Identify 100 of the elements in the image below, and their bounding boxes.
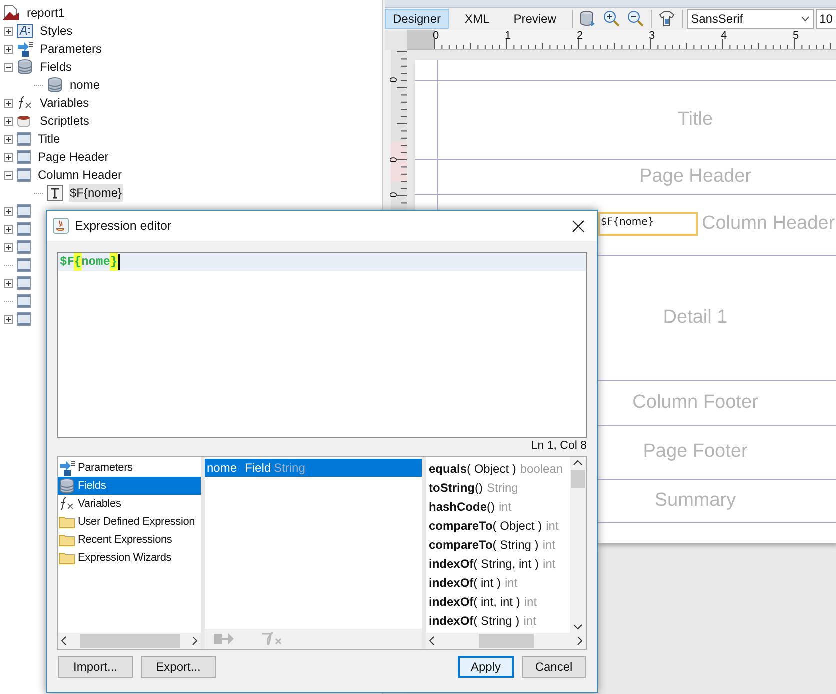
ruler-label: 2	[577, 31, 584, 42]
tree-item[interactable]: Title	[37, 130, 62, 148]
band-icon	[17, 132, 31, 146]
caret-icon	[800, 16, 810, 22]
java-cup-icon	[53, 218, 69, 234]
cup-icon	[17, 114, 33, 128]
band-label: Page Header	[640, 164, 752, 189]
band-icon	[17, 276, 31, 290]
scroll-thumb[interactable]	[571, 470, 585, 488]
shirt-icon[interactable]	[658, 10, 676, 28]
fx-icon	[17, 96, 33, 110]
vertical-scrollbar[interactable]	[570, 457, 586, 633]
method-item[interactable]: indexOf( String, int ) int	[426, 554, 570, 573]
band-icon	[17, 312, 31, 326]
text-field-icon	[47, 185, 63, 201]
ruler-label: 0	[386, 157, 397, 163]
object-item[interactable]: nome Field String	[205, 459, 422, 477]
tree-item[interactable]: Fields	[39, 58, 74, 76]
text-cursor	[118, 254, 120, 270]
band-icon	[17, 240, 31, 254]
band-label: Column Footer	[632, 390, 758, 415]
tree-item[interactable]: Scriptlets	[39, 112, 90, 130]
scroll-left-icon[interactable]	[60, 636, 68, 646]
category-item[interactable]: Fields	[58, 477, 201, 495]
tree-item[interactable]: report1	[26, 4, 66, 22]
tree-item[interactable]: Styles	[39, 22, 74, 40]
band-label: Title	[678, 108, 714, 132]
category-item[interactable]: Expression Wizards	[58, 549, 201, 567]
folder-icon	[59, 552, 75, 564]
expand-icon[interactable]	[4, 206, 13, 216]
tree-item[interactable]: Column Header	[37, 166, 124, 184]
scroll-right-icon[interactable]	[576, 636, 584, 646]
expand-icon[interactable]	[4, 44, 13, 54]
text-field-element[interactable]: $F{nome}	[598, 212, 698, 236]
ruler-label: 4	[721, 31, 728, 42]
expand-icon[interactable]	[4, 98, 13, 108]
zoom-out-icon[interactable]	[627, 10, 646, 28]
zoom-in-icon[interactable]	[603, 10, 622, 28]
collapse-icon[interactable]	[4, 62, 13, 72]
dialog-button[interactable]: Apply	[458, 656, 514, 678]
tree-item[interactable]: Variables	[39, 94, 90, 112]
database-icon	[47, 77, 63, 93]
method-item[interactable]: indexOf( String ) int	[426, 611, 570, 630]
band-icon	[17, 204, 31, 218]
dialog-title: Expression editor	[75, 218, 173, 235]
method-item[interactable]: compareTo( String ) int	[426, 535, 570, 554]
method-item[interactable]: compareTo( Object ) int	[426, 516, 570, 535]
expand-icon[interactable]	[4, 242, 13, 252]
expand-icon[interactable]	[4, 224, 13, 234]
category-item[interactable]: User Defined Expression	[58, 513, 201, 531]
dialog-button[interactable]: Cancel	[522, 656, 586, 678]
font-size-field[interactable]: 10	[816, 9, 836, 29]
ruler-label: 5	[793, 31, 800, 42]
method-item[interactable]: equals( Object ) boolean	[426, 459, 570, 478]
method-item[interactable]: hashCode() int	[426, 497, 570, 516]
band-label: Detail 1	[663, 306, 728, 330]
band-label: Summary	[654, 488, 736, 513]
expand-icon[interactable]	[4, 278, 13, 288]
category-item[interactable]: Parameters	[58, 459, 201, 477]
dialog-button[interactable]: Import...	[58, 656, 133, 678]
scroll-right-icon[interactable]	[191, 636, 199, 646]
horizontal-scrollbar[interactable]	[426, 633, 586, 649]
styles-icon	[17, 24, 33, 38]
tree-item[interactable]: $F{nome}	[69, 184, 124, 202]
scroll-left-icon[interactable]	[428, 636, 436, 646]
expand-icon[interactable]	[4, 116, 13, 126]
view-tab[interactable]: Designer	[385, 9, 450, 29]
view-tab[interactable]: Preview	[506, 9, 564, 29]
tree-item[interactable]: Parameters	[39, 40, 104, 58]
expand-icon[interactable]	[4, 26, 13, 36]
category-item[interactable]: Recent Expressions	[58, 531, 201, 549]
ruler-label: 0	[386, 77, 397, 83]
font-name-dropdown[interactable]: SansSerif	[687, 9, 814, 29]
parameters-icon	[17, 41, 33, 57]
band-icon	[17, 222, 31, 236]
ruler-margin-shade	[407, 30, 435, 49]
database-icon	[59, 478, 75, 494]
category-item[interactable]: Variables	[58, 495, 201, 513]
scroll-down-icon[interactable]	[573, 623, 583, 631]
method-item[interactable]: indexOf( int ) int	[426, 573, 570, 592]
band-icon	[17, 150, 31, 164]
scroll-up-icon[interactable]	[573, 459, 583, 467]
ruler-label: 1	[505, 31, 512, 42]
collapse-icon[interactable]	[4, 170, 13, 180]
horizontal-scrollbar[interactable]	[58, 633, 201, 649]
dialog-button[interactable]: Export...	[141, 656, 216, 678]
tree-item[interactable]: nome	[69, 76, 102, 94]
method-item[interactable]: toString() String	[426, 478, 570, 497]
band-label: Page Footer	[643, 440, 748, 464]
method-item[interactable]: indexOf( int, int ) int	[426, 592, 570, 611]
expand-icon[interactable]	[4, 134, 13, 144]
database-icon[interactable]	[579, 10, 598, 28]
expand-icon[interactable]	[4, 314, 13, 324]
tree-item[interactable]: Page Header	[37, 148, 110, 166]
band-icon	[17, 258, 31, 272]
expand-icon[interactable]	[4, 152, 13, 162]
band-icon	[17, 294, 31, 308]
ruler-label: 0	[386, 192, 397, 198]
view-tab[interactable]: XML	[457, 9, 498, 29]
folder-icon	[59, 516, 75, 528]
